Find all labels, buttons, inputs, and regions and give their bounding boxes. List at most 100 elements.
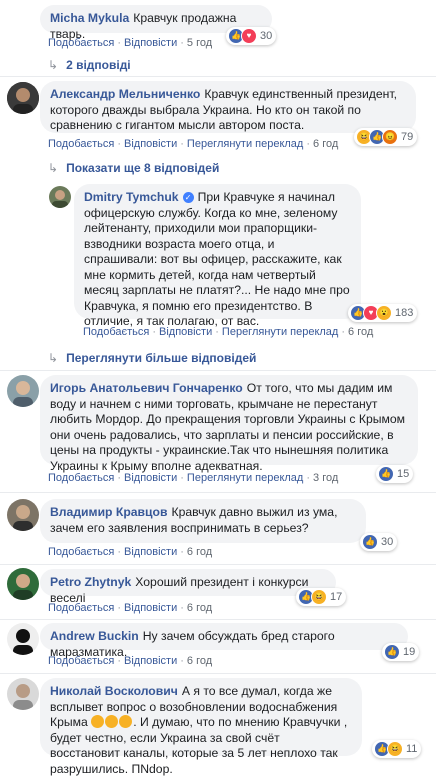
divider <box>0 564 436 565</box>
reaction-count: 30 <box>381 536 394 548</box>
like-link[interactable]: Подобається <box>48 138 114 150</box>
avatar-image <box>7 82 39 114</box>
avatar[interactable] <box>49 186 71 208</box>
comment-actions: Подобається · Відповісти · 6 год <box>48 546 213 558</box>
avatar[interactable] <box>7 499 39 531</box>
comment-bubble: Александр Мельниченко Кравчук единственны… <box>40 81 416 133</box>
translate-link[interactable]: Переглянути переклад <box>222 326 338 338</box>
reaction-count: 19 <box>403 646 416 658</box>
reply-link[interactable]: Відповісти <box>159 326 212 338</box>
reactions-badge[interactable]: 👍 😆 11 <box>372 740 422 758</box>
comment-actions: Подобається · Відповісти · Переглянути перек… <box>48 138 339 150</box>
comment-bubble: Николай Восколович А я то все думал, когд… <box>40 678 362 776</box>
laughing-emoji-icon <box>119 715 133 728</box>
like-reaction-icon: 👍 <box>384 644 400 660</box>
comment-actions: Подобається · Відповісти · Переглянути перек… <box>48 472 339 484</box>
reply-link[interactable]: Відповісти <box>124 472 177 484</box>
avatar[interactable] <box>7 623 39 655</box>
reply-arrow-icon: ↳ <box>48 161 59 175</box>
reply-link[interactable]: Відповісти <box>124 546 177 558</box>
comment-actions: Подобається · Відповісти · 6 год <box>48 602 213 614</box>
comment-author[interactable]: Игорь Анатольевич Гончаренко <box>50 381 243 395</box>
comment-author[interactable]: Владимир Кравцов <box>50 505 167 519</box>
like-link[interactable]: Подобається <box>48 602 114 614</box>
avatar[interactable] <box>7 568 39 600</box>
reaction-count: 11 <box>406 743 418 755</box>
view-replies-label: 2 відповіді <box>66 58 131 72</box>
reply-link[interactable]: Відповісти <box>124 655 177 667</box>
comment-bubble: Andrew Buckin Ну зачем обсуждать бред ста… <box>40 623 408 659</box>
comment-time[interactable]: 6 год <box>187 655 212 667</box>
like-link[interactable]: Подобається <box>48 546 114 558</box>
reply-link[interactable]: Відповісти <box>124 138 177 150</box>
avatar-image <box>7 678 39 710</box>
reaction-count: 183 <box>395 307 414 319</box>
reaction-count: 15 <box>397 468 410 480</box>
reactions-badge[interactable]: 👍 15 <box>376 465 414 483</box>
show-more-replies-label: Показати ще 8 відповідей <box>66 161 220 175</box>
divider <box>0 76 436 77</box>
wow-reaction-icon: 😮 <box>376 305 392 321</box>
reply-link[interactable]: Відповісти <box>124 602 177 614</box>
comment-time[interactable]: 6 год <box>313 138 338 150</box>
verified-badge-icon: ✓ <box>182 192 194 203</box>
comment-text: При Кравчуке я начинал офицерскую службу… <box>84 190 350 328</box>
reply-arrow-icon: ↳ <box>48 58 59 72</box>
avatar-image <box>7 568 39 600</box>
comment-time[interactable]: 3 год <box>313 472 338 484</box>
view-more-replies-link[interactable]: ↳ Переглянути більше відповідей <box>48 351 256 365</box>
comment-author[interactable]: Andrew Buckin <box>50 629 139 643</box>
translate-link[interactable]: Переглянути переклад <box>187 472 303 484</box>
reply-link[interactable]: Відповісти <box>124 37 177 49</box>
comment-time[interactable]: 6 год <box>187 546 212 558</box>
show-more-replies-link[interactable]: ↳ Показати ще 8 відповідей <box>48 161 219 175</box>
reactions-badge[interactable]: 👍 19 <box>382 643 420 661</box>
like-link[interactable]: Подобається <box>48 655 114 667</box>
avatar-image <box>7 375 39 407</box>
divider <box>0 619 436 620</box>
avatar-image <box>7 623 39 655</box>
laughing-emoji-icon <box>105 715 119 728</box>
comment-bubble: Dmitry Tymchuk ✓ При Кравчуке я начинал оф… <box>74 184 361 328</box>
reactions-badge[interactable]: 😆 👍 😠 79 <box>354 128 418 146</box>
like-link[interactable]: Подобається <box>48 37 114 49</box>
reactions-badge[interactable]: 👍 😆 17 <box>296 588 347 606</box>
reactions-badge[interactable]: 👍 ♥ 😮 183 <box>348 304 418 322</box>
divider <box>0 492 436 493</box>
divider <box>0 370 436 371</box>
view-replies-link[interactable]: ↳ 2 відповіді <box>48 58 131 72</box>
reactions-badge[interactable]: 👍 ♥ 30 <box>226 27 277 45</box>
view-more-replies-label: Переглянути більше відповідей <box>66 351 257 365</box>
comment-actions: Подобається · Відповісти · 6 год <box>48 655 213 667</box>
comment-bubble: Владимир Кравцов Кравчук давно выжил из у… <box>40 499 366 543</box>
haha-reaction-icon: 😆 <box>311 589 327 605</box>
love-reaction-icon: ♥ <box>241 28 257 44</box>
like-link[interactable]: Подобається <box>83 326 149 338</box>
reaction-count: 17 <box>330 591 343 603</box>
comment-time[interactable]: 5 год <box>187 37 212 49</box>
comment-author[interactable]: Александр Мельниченко <box>50 87 200 101</box>
comment-actions: Подобається · Відповісти · 5 год <box>48 37 213 49</box>
comment-author[interactable]: Николай Восколович <box>50 684 178 698</box>
avatar[interactable] <box>7 82 39 114</box>
reaction-count: 79 <box>401 131 414 143</box>
avatar[interactable] <box>7 375 39 407</box>
comment-author[interactable]: Micha Mykula <box>50 11 129 25</box>
translate-link[interactable]: Переглянути переклад <box>187 138 303 150</box>
comment-time[interactable]: 6 год <box>348 326 373 338</box>
angry-reaction-icon: 😠 <box>382 129 398 145</box>
comment-author[interactable]: Dmitry Tymchuk <box>84 190 179 204</box>
like-reaction-icon: 👍 <box>378 466 394 482</box>
like-reaction-icon: 👍 <box>362 534 378 550</box>
reaction-count: 30 <box>260 30 273 42</box>
comment-bubble: Petro Zhytnyk Хороший президент і конкурс… <box>40 569 336 605</box>
like-link[interactable]: Подобається <box>48 472 114 484</box>
divider <box>0 673 436 674</box>
haha-reaction-icon: 😆 <box>387 741 403 757</box>
comment-bubble: Игорь Анатольевич Гончаренко От того, что… <box>40 375 418 473</box>
reply-arrow-icon: ↳ <box>48 351 59 365</box>
avatar[interactable] <box>7 678 39 710</box>
comment-time[interactable]: 6 год <box>187 602 212 614</box>
reactions-badge[interactable]: 👍 30 <box>360 533 398 551</box>
comment-author[interactable]: Petro Zhytnyk <box>50 575 131 589</box>
